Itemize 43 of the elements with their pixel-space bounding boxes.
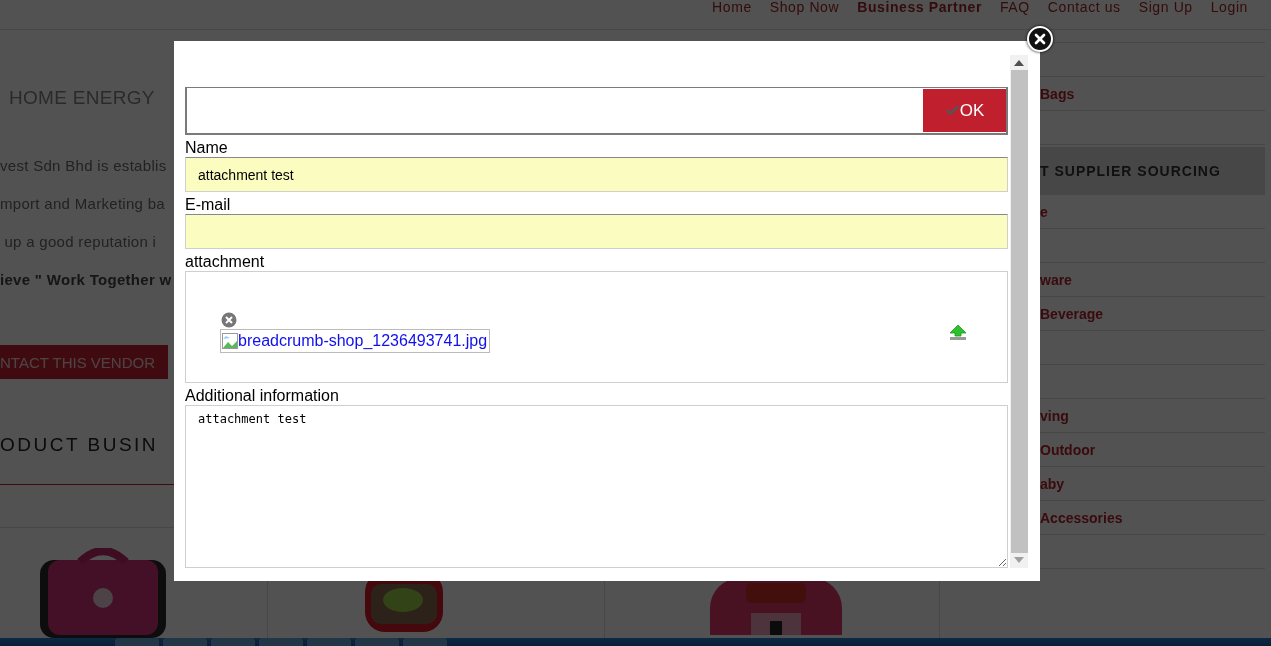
taskbar-button[interactable]	[211, 638, 255, 646]
taskbar-button[interactable]	[163, 638, 207, 646]
broken-image-icon	[222, 332, 238, 349]
field-label: Name	[185, 138, 229, 157]
sidebar-link[interactable]: e	[1040, 203, 1048, 220]
taskbar-button[interactable]	[307, 638, 351, 646]
nav-link[interactable]: Sign Up	[1138, 0, 1193, 14]
top-field[interactable]: OK	[185, 87, 1008, 135]
textarea-field[interactable]: attachment test	[185, 405, 1008, 568]
taskbar-button[interactable]	[403, 638, 447, 646]
taskbar-button[interactable]	[115, 638, 159, 646]
intro-text: ieve " Work Together w	[0, 270, 172, 290]
nav-link[interactable]: FAQ	[999, 0, 1030, 14]
input-field[interactable]: attachment test	[185, 157, 1008, 192]
taskbar-button[interactable]	[259, 638, 303, 646]
sidebar-link[interactable]: Beverage	[1040, 305, 1104, 322]
upload-icon[interactable]	[949, 324, 967, 340]
nav-link[interactable]: Contact us	[1047, 0, 1121, 14]
sidebar-link[interactable]: Outdoor	[1040, 441, 1096, 458]
field-label: Additional information	[185, 386, 340, 405]
sidebar-link[interactable]: ware	[1040, 271, 1072, 288]
section-heading: ODUCT BUSIN	[0, 433, 160, 458]
close-icon	[1032, 31, 1048, 47]
close-button[interactable]	[1027, 26, 1053, 52]
scroll-down-icon[interactable]	[1014, 557, 1024, 563]
sidebar-link[interactable]: Accessories	[1040, 509, 1123, 526]
field-label: E-mail	[185, 195, 232, 214]
check-icon	[944, 103, 960, 118]
scrollbar[interactable]	[1010, 55, 1028, 568]
nav-link[interactable]: Login	[1210, 0, 1248, 14]
taskbar-button[interactable]	[355, 638, 399, 646]
nav-link[interactable]: Shop Now	[769, 0, 840, 14]
remove-icon[interactable]	[221, 311, 237, 328]
field-label: attachment	[185, 252, 266, 271]
sidebar-link[interactable]: aby	[1040, 475, 1065, 492]
nav-link[interactable]: Home	[712, 0, 752, 14]
sidebar-link[interactable]: Bags	[1040, 85, 1075, 102]
input-field[interactable]	[185, 214, 1008, 249]
sidebar-link[interactable]: ving	[1040, 407, 1069, 424]
ok-button[interactable]: OK	[923, 89, 1006, 132]
file-link[interactable]: breadcrumb-shop_1236493741.jpg	[220, 328, 491, 353]
scroll-up-icon[interactable]	[1014, 60, 1024, 66]
nav-link[interactable]: Business Partner	[857, 0, 982, 14]
